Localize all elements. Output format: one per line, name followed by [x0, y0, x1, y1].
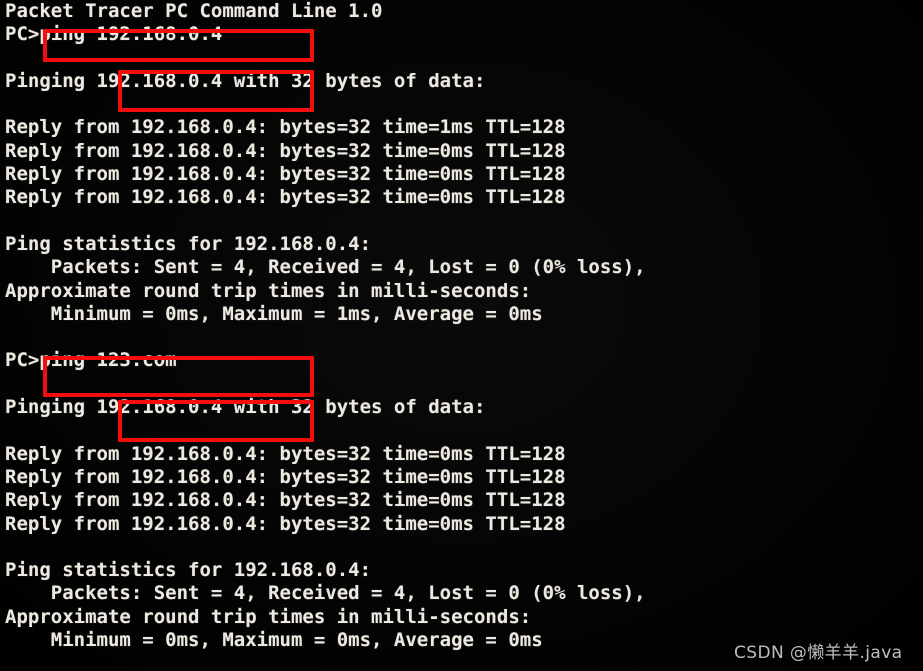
- console-line: Packets: Sent = 4, Received = 4, Lost = …: [5, 256, 646, 279]
- packet-tracer-command-line-window[interactable]: Packet Tracer PC Command Line 1.0 PC>ping…: [0, 0, 923, 671]
- console-line: Reply from 192.168.0.4: bytes=32 time=0m…: [5, 163, 566, 186]
- csdn-watermark: CSDN @懒羊羊.java: [734, 643, 903, 663]
- console-line: Packet Tracer PC Command Line 1.0: [5, 0, 383, 22]
- console-line: Packets: Sent = 4, Received = 4, Lost = …: [5, 582, 646, 605]
- console-line: Reply from 192.168.0.4: bytes=32 time=0m…: [5, 512, 566, 535]
- console-line: Reply from 192.168.0.4: bytes=32 time=0m…: [5, 139, 566, 162]
- command-2-highlight: [43, 356, 314, 397]
- console-line: Ping statistics for 192.168.0.4:: [5, 232, 372, 255]
- console-line: Reply from 192.168.0.4: bytes=32 time=1m…: [5, 116, 566, 139]
- resolved-address-1-highlight: [118, 70, 314, 112]
- console-line: Approximate round trip times in milli-se…: [5, 279, 532, 302]
- console-line: Reply from 192.168.0.4: bytes=32 time=0m…: [5, 465, 566, 488]
- command-1-highlight: [43, 29, 314, 62]
- console-line: Reply from 192.168.0.4: bytes=32 time=0m…: [5, 489, 566, 512]
- resolved-address-2-highlight: [118, 400, 314, 442]
- console-line: Reply from 192.168.0.4: bytes=32 time=0m…: [5, 186, 566, 209]
- console-line: Ping statistics for 192.168.0.4:: [5, 559, 372, 582]
- console-line: Reply from 192.168.0.4: bytes=32 time=0m…: [5, 442, 566, 465]
- console-line: Approximate round trip times in milli-se…: [5, 605, 532, 628]
- console-line: Minimum = 0ms, Maximum = 1ms, Average = …: [5, 302, 543, 325]
